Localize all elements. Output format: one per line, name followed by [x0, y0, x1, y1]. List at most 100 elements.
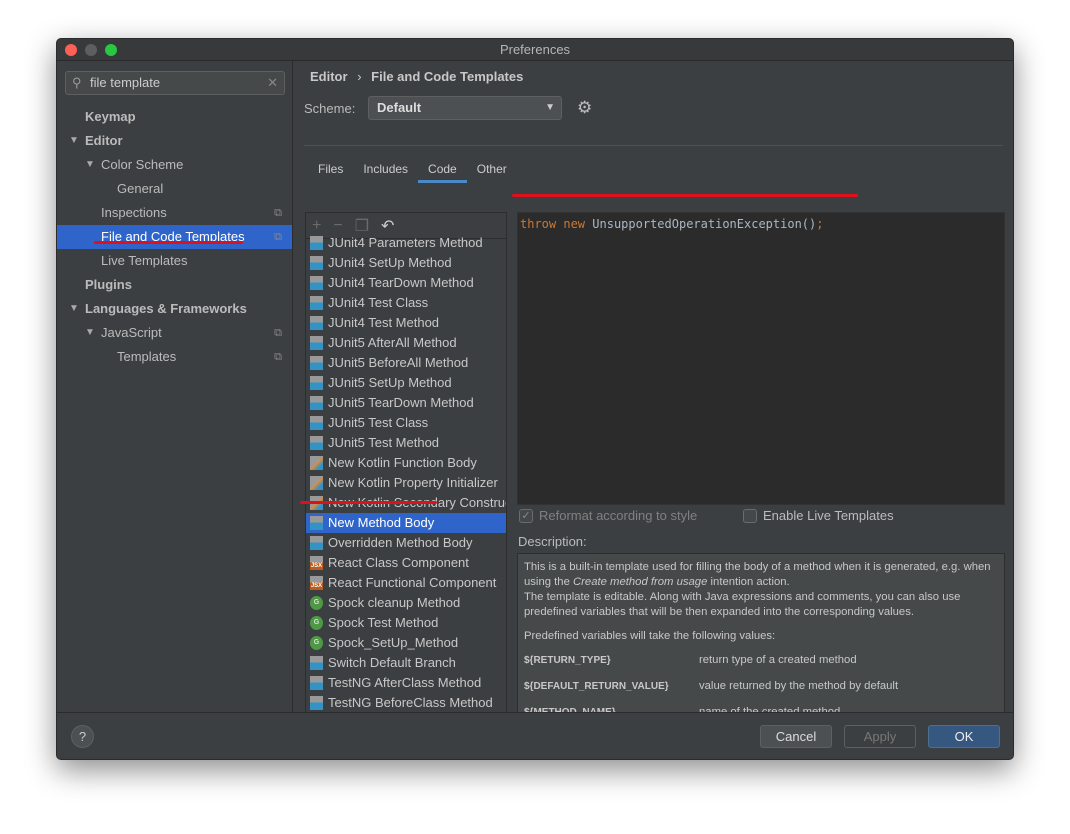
template-list-item[interactable]: TestNG BeforeClass Method [306, 693, 506, 713]
cancel-button[interactable]: Cancel [760, 725, 832, 748]
sidebar-item[interactable]: ▼ Languages & Frameworks [57, 297, 292, 321]
java-template-icon [310, 296, 323, 310]
remove-icon[interactable]: − [333, 217, 342, 235]
template-name: JUnit5 Test Class [328, 415, 429, 430]
template-list-item[interactable]: New Kotlin Property Initializer [306, 473, 506, 493]
sidebar-item-label: General [117, 181, 164, 196]
description-label: Description: [518, 534, 587, 549]
close-window-button[interactable] [65, 44, 77, 56]
template-list-item[interactable]: JSX React Class Component [306, 553, 506, 573]
tab-files[interactable]: Files [308, 155, 353, 183]
reformat-checkbox[interactable]: ✓ Reformat according to style [519, 508, 697, 523]
template-list-item[interactable]: JUnit4 Test Class [306, 293, 506, 313]
scheme-dropdown[interactable]: Default ▼ [368, 96, 562, 120]
gear-icon[interactable]: ⚙ [577, 98, 592, 118]
title-bar: Preferences [57, 39, 1013, 61]
jsx-template-icon: JSX [310, 556, 323, 570]
template-name: JUnit4 Test Method [328, 315, 440, 330]
expand-arrow-icon[interactable]: ▼ [69, 129, 79, 153]
template-list-item[interactable]: New Kotlin Function Body [306, 453, 506, 473]
template-list-item[interactable]: Switch Default Branch [306, 653, 506, 673]
template-tabs: Files Includes Code Other [308, 155, 517, 183]
sidebar-item[interactable]: Inspections ⧉ [57, 201, 292, 225]
sidebar-item[interactable]: Plugins [57, 273, 292, 297]
search-icon: ⚲ [72, 75, 82, 90]
sidebar-item[interactable]: General [57, 177, 292, 201]
tab-other[interactable]: Other [467, 155, 517, 183]
kotlin-template-icon [310, 476, 323, 490]
tab-code[interactable]: Code [418, 155, 467, 183]
minimize-window-button[interactable] [85, 44, 97, 56]
dialog-footer: ? Cancel Apply OK [57, 712, 1013, 759]
java-template-icon [310, 676, 323, 690]
template-name: JUnit5 TearDown Method [328, 395, 474, 410]
java-template-icon [310, 316, 323, 330]
template-editor[interactable]: throw new UnsupportedOperationException(… [517, 212, 1005, 505]
template-name: JUnit4 TearDown Method [328, 275, 474, 290]
template-list-item[interactable]: New Method Body [306, 513, 506, 533]
sidebar-item[interactable]: Live Templates [57, 249, 292, 273]
template-name: JUnit5 AfterAll Method [328, 335, 457, 350]
sidebar-item-label: Templates [117, 349, 177, 364]
project-scope-icon: ⧉ [274, 207, 282, 219]
template-list-item[interactable]: JUnit4 Parameters Method [306, 233, 506, 253]
groovy-template-icon: G [310, 596, 323, 610]
sidebar-item-label: JavaScript [101, 325, 162, 340]
project-scope-icon: ⧉ [274, 231, 282, 243]
template-list-item[interactable]: JUnit4 SetUp Method [306, 253, 506, 273]
template-name: Switch Default Branch [328, 655, 456, 670]
scheme-label: Scheme: [304, 101, 356, 116]
expand-arrow-icon[interactable]: ▼ [85, 153, 95, 177]
settings-search-input[interactable]: ⚲ file template ✕ [65, 71, 285, 95]
variable-row: ${RETURN_TYPE} return type of a created m… [524, 653, 998, 679]
template-list-item[interactable]: TestNG AfterClass Method [306, 673, 506, 693]
java-template-icon [310, 516, 323, 530]
template-list-item[interactable]: G Spock cleanup Method [306, 593, 506, 613]
template-list-item[interactable]: JUnit5 SetUp Method [306, 373, 506, 393]
clear-search-icon[interactable]: ✕ [267, 72, 278, 94]
sidebar-item[interactable]: ▼ Color Scheme [57, 153, 292, 177]
ok-button[interactable]: OK [928, 725, 1000, 748]
expand-arrow-icon[interactable]: ▼ [69, 297, 79, 321]
template-list: + − ❐ ↶ JUnit4 Parameters Method JUnit4 S… [305, 212, 507, 742]
main-panel: Editor › File and Code Templates Scheme:… [294, 61, 1013, 743]
preferences-window: Preferences ⚲ file template ✕ Keymap ▼ Edi… [56, 38, 1014, 760]
template-name: JUnit5 Test Method [328, 435, 440, 450]
template-list-item[interactable]: JUnit4 TearDown Method [306, 273, 506, 293]
template-list-item[interactable]: JUnit5 AfterAll Method [306, 333, 506, 353]
template-list-item[interactable]: G Spock Test Method [306, 613, 506, 633]
template-name: React Functional Component [328, 575, 497, 590]
add-icon[interactable]: + [312, 217, 321, 235]
variable-name: ${DEFAULT_RETURN_VALUE} [524, 681, 669, 692]
template-name: Overridden Method Body [328, 535, 473, 550]
sidebar-item[interactable]: Templates ⧉ [57, 345, 292, 369]
template-list-item[interactable]: JUnit4 Test Method [306, 313, 506, 333]
variable-description: return type of a created method [699, 654, 857, 666]
checkmark-icon: ✓ [519, 508, 533, 523]
enable-live-templates-checkbox[interactable]: Enable Live Templates [743, 508, 894, 523]
sidebar-item[interactable]: ▼ Editor [57, 129, 292, 153]
java-template-icon [310, 356, 323, 370]
expand-arrow-icon[interactable]: ▼ [85, 321, 95, 345]
template-list-item[interactable]: G Spock_SetUp_Method [306, 633, 506, 653]
template-list-item[interactable]: JUnit5 TearDown Method [306, 393, 506, 413]
sidebar-item[interactable]: File and Code Templates ⧉ [57, 225, 292, 249]
template-name: New Kotlin Property Initializer [328, 475, 498, 490]
sidebar-item-label: Keymap [85, 109, 136, 124]
apply-button[interactable]: Apply [844, 725, 916, 748]
window-title: Preferences [499, 42, 571, 57]
variable-description: value returned by the method by default [699, 680, 899, 692]
chevron-down-icon: ▼ [545, 102, 555, 113]
zoom-window-button[interactable] [105, 44, 117, 56]
template-list-item[interactable]: JUnit5 Test Class [306, 413, 506, 433]
template-list-item[interactable]: JSX React Functional Component [306, 573, 506, 593]
help-button[interactable]: ? [71, 725, 94, 748]
tab-includes[interactable]: Includes [353, 155, 418, 183]
sidebar-item[interactable]: Keymap [57, 105, 292, 129]
project-scope-icon: ⧉ [274, 327, 282, 339]
template-list-item[interactable]: JUnit5 Test Method [306, 433, 506, 453]
template-list-item[interactable]: JUnit5 BeforeAll Method [306, 353, 506, 373]
groovy-template-icon: G [310, 636, 323, 650]
template-list-item[interactable]: Overridden Method Body [306, 533, 506, 553]
sidebar-item[interactable]: ▼ JavaScript ⧉ [57, 321, 292, 345]
